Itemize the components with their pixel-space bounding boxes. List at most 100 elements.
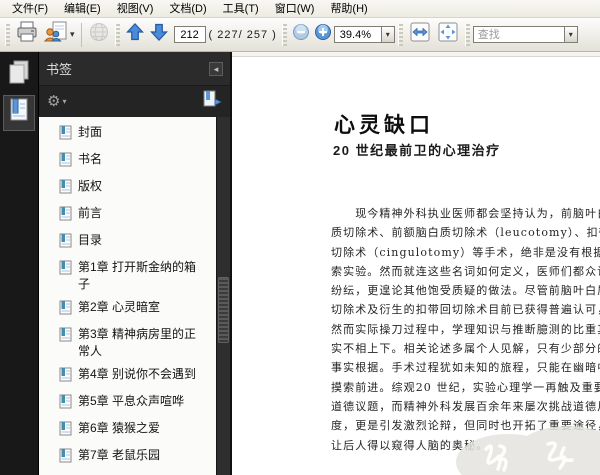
menu-item[interactable]: 文件(F) <box>4 0 56 18</box>
toolbar-grip[interactable] <box>464 23 470 46</box>
bookmark-item[interactable]: 目录 <box>57 230 106 255</box>
toolbar-grip[interactable] <box>5 23 10 46</box>
bookmark-row: 第7章 老鼠乐园 <box>57 445 216 470</box>
options-button[interactable]: ⚙ ▾ <box>47 94 66 109</box>
bookmark-page-icon <box>59 421 72 441</box>
goto-bookmark-icon <box>202 90 222 112</box>
bookmark-row: 封面 <box>57 122 216 147</box>
zoom-dropdown-button[interactable]: ▾ <box>381 26 395 43</box>
arrow-down-icon <box>149 22 169 47</box>
bookmark-label: 第4章 别说你不会遇到 <box>78 367 197 381</box>
bookmark-label: 第2章 心灵暗室 <box>78 300 161 314</box>
globe-icon <box>88 21 110 48</box>
bookmark-page-icon <box>59 233 72 253</box>
goto-bookmark-button[interactable] <box>202 90 222 113</box>
bookmark-page-icon <box>59 327 72 347</box>
menu-item[interactable]: 工具(T) <box>215 0 267 18</box>
toolbar-grip[interactable] <box>281 23 287 46</box>
toolbar-grip[interactable] <box>397 23 403 46</box>
page-number-input[interactable] <box>173 26 206 43</box>
bookmark-page-icon <box>59 152 72 172</box>
fit-page-icon <box>436 21 460 48</box>
bookmark-item[interactable]: 封面 <box>57 122 106 147</box>
zoom-out-icon <box>292 23 310 46</box>
menu-item[interactable]: 帮助(H) <box>322 0 375 18</box>
bookmark-label: 第6章 猿猴之爱 <box>78 421 161 435</box>
chapter-subtitle: 20 世纪最前卫的心理治疗 <box>333 143 501 158</box>
document-area[interactable]: 心灵缺口 20 世纪最前卫的心理治疗 现今精神外科执业医师都会坚持认为，前脑叶白… <box>232 52 600 475</box>
bookmark-item[interactable]: 第2章 心灵暗室 <box>57 297 164 322</box>
bookmark-scrollbar[interactable] <box>216 117 230 475</box>
bookmark-item[interactable]: 前言 <box>57 203 106 228</box>
chevron-down-icon: ▾ <box>62 97 67 106</box>
bookmark-item[interactable]: 版权 <box>57 176 106 201</box>
bookmark-item[interactable]: 书名 <box>57 149 106 174</box>
navigation-sidebar: 书签 ◂ ⚙ ▾ 封面 书名 版权 前言 目录 第1章 打开斯金纳的箱子 第2章… <box>0 52 232 475</box>
collaborate-caret-icon: ▾ <box>70 29 75 39</box>
scrollbar-thumb[interactable] <box>218 277 229 343</box>
collaborate-button[interactable]: ▾ <box>41 21 77 49</box>
next-page-button[interactable] <box>147 21 171 49</box>
bookmarks-panel-button[interactable] <box>3 95 35 131</box>
bookmark-row: 版权 <box>57 176 216 201</box>
bookmarks-panel: 书签 ◂ ⚙ ▾ 封面 书名 版权 前言 目录 第1章 打开斯金纳的箱子 第2章… <box>38 52 230 475</box>
gear-icon: ⚙ <box>47 93 61 110</box>
fit-width-button[interactable] <box>406 21 434 49</box>
body-text-line: 现今精神外科执业医师都会坚持认为，前脑叶白 <box>331 207 600 220</box>
main-area: 书签 ◂ ⚙ ▾ 封面 书名 版权 前言 目录 第1章 打开斯金纳的箱子 第2章… <box>0 52 600 475</box>
document-page: 心灵缺口 20 世纪最前卫的心理治疗 现今精神外科执业医师都会坚持认为，前脑叶白… <box>232 56 600 475</box>
toolbar-grip[interactable] <box>114 23 120 46</box>
bookmark-item[interactable]: 第4章 别说你不会遇到 <box>57 364 200 389</box>
zoom-in-icon <box>314 23 332 46</box>
bookmark-item[interactable]: 第6章 猿猴之爱 <box>57 418 164 443</box>
pdf-reader-window: 文件(F) 编辑(E) 视图(V) 文档(D) 工具(T) 窗口(W) 帮助(H… <box>0 0 600 475</box>
chevron-down-icon: ▾ <box>568 30 573 39</box>
zoom-out-button[interactable] <box>290 21 312 49</box>
previous-page-button[interactable] <box>123 21 147 49</box>
body-text-line: 质切除术、前额脑白质切除术（leucotomy）、扣带回 <box>331 226 600 240</box>
bookmark-label: 第3章 精神病房里的正常人 <box>78 327 197 358</box>
print-button[interactable] <box>13 21 41 49</box>
bookmark-label: 第5章 平息众声喧哗 <box>78 394 185 408</box>
bookmark-row: 第6章 猿猴之爱 <box>57 418 216 443</box>
bookmark-row: 第3章 精神病房里的正常人 <box>57 324 216 362</box>
bookmark-item[interactable]: 第7章 老鼠乐园 <box>57 445 164 470</box>
watermark-stamp <box>448 414 600 475</box>
web-button <box>86 21 112 49</box>
fit-page-button[interactable] <box>434 21 462 49</box>
find-box: ▾ <box>472 26 578 43</box>
collapse-panel-button[interactable]: ◂ <box>209 61 223 76</box>
panel-header: 书签 ◂ <box>39 52 230 86</box>
bookmark-page-icon <box>59 179 72 199</box>
body-text-line: 切除术及衍生的扣带回切除术目前已获得普遍认可， <box>331 303 600 317</box>
nav-strip <box>0 52 38 475</box>
body-text-line: 事实根据。手术过程犹如未知的旅程，只能在幽暗中 <box>331 361 600 375</box>
arrow-up-icon <box>125 22 145 47</box>
zoom-level-value[interactable]: 39.4% <box>333 26 382 43</box>
menu-item[interactable]: 编辑(E) <box>56 0 109 18</box>
collapse-left-icon: ◂ <box>213 63 219 74</box>
bookmark-page-icon <box>59 125 72 145</box>
zoom-level-text: 39.4% <box>339 28 371 41</box>
bookmark-label: 前言 <box>78 206 103 220</box>
find-input[interactable] <box>472 26 565 43</box>
menu-item[interactable]: 文档(D) <box>161 0 214 18</box>
toolbar: ▾ 212 (227/ 257) 39.4% ▾ 查找 ▾ <box>0 18 600 52</box>
zoom-in-button[interactable] <box>312 21 334 49</box>
fit-width-icon <box>408 21 432 48</box>
menu-item[interactable]: 视图(V) <box>109 0 162 18</box>
bookmark-item[interactable]: 第1章 打开斯金纳的箱子 <box>57 257 200 295</box>
bookmark-page-icon <box>59 206 72 226</box>
bookmark-page-icon <box>59 367 72 387</box>
bookmark-label: 版权 <box>78 179 103 193</box>
bookmark-label: 第1章 打开斯金纳的箱子 <box>78 260 197 291</box>
bookmark-item[interactable]: 第5章 平息众声喧哗 <box>57 391 188 416</box>
pages-panel-button[interactable] <box>3 57 35 93</box>
chevron-down-icon: ▾ <box>385 30 390 39</box>
body-text-line: 切除术（cingulotomy）等手术，绝非是没有根据的摸 <box>331 245 600 259</box>
bookmark-row: 目录 <box>57 230 216 255</box>
menu-item[interactable]: 窗口(W) <box>267 0 323 18</box>
bookmark-item[interactable]: 第3章 精神病房里的正常人 <box>57 324 200 362</box>
find-dropdown-button[interactable]: ▾ <box>564 26 578 43</box>
bookmark-page-icon <box>59 260 72 280</box>
